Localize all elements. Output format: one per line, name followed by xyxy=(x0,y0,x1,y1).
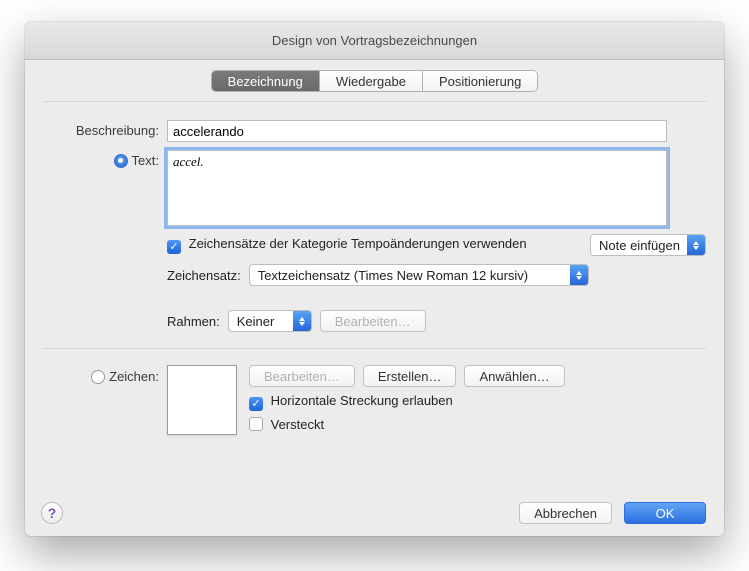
select-char-button[interactable]: Anwählen… xyxy=(464,365,564,387)
text-radio[interactable] xyxy=(114,154,128,168)
tab-wiedergabe[interactable]: Wiedergabe xyxy=(320,71,423,91)
frame-value: Keiner xyxy=(237,314,275,329)
window-title: Design von Vortragsbezeichnungen xyxy=(25,22,724,60)
tab-positionierung[interactable]: Positionierung xyxy=(423,71,537,91)
description-input[interactable] xyxy=(167,120,667,142)
checkbox-checked-icon: ✓ xyxy=(249,397,263,411)
cancel-button[interactable]: Abbrechen xyxy=(519,502,612,524)
use-category-fonts-check[interactable]: ✓ Zeichensätze der Kategorie Tempoänderu… xyxy=(167,236,580,254)
use-category-fonts-label: Zeichensätze der Kategorie Tempoänderung… xyxy=(189,236,527,251)
fontset-options-row: ✓ Zeichensätze der Kategorie Tempoänderu… xyxy=(167,234,706,256)
fontset-popup[interactable]: Textzeichensatz (Times New Roman 12 kurs… xyxy=(249,264,589,286)
hidden-label: Versteckt xyxy=(271,417,324,432)
dialog-window: Design von Vortragsbezeichnungen Bezeich… xyxy=(25,22,724,536)
separator xyxy=(43,348,706,349)
edit-frame-button[interactable]: Bearbeiten… xyxy=(320,310,426,332)
ok-button[interactable]: OK xyxy=(624,502,706,524)
fontset-value: Textzeichensatz (Times New Roman 12 kurs… xyxy=(258,268,528,283)
popup-arrows-icon xyxy=(293,311,311,331)
frame-row: Rahmen: Keiner Bearbeiten… xyxy=(167,310,706,332)
create-char-button[interactable]: Erstellen… xyxy=(363,365,457,387)
description-label: Beschreibung: xyxy=(43,120,167,138)
frame-popup[interactable]: Keiner xyxy=(228,310,312,332)
frame-label: Rahmen: xyxy=(167,314,220,329)
edit-char-button[interactable]: Bearbeiten… xyxy=(249,365,355,387)
char-radio-label[interactable]: Zeichen: xyxy=(43,365,167,384)
fontset-label: Zeichensatz: xyxy=(167,268,241,283)
checkbox-unchecked-icon xyxy=(249,417,263,431)
description-row: Beschreibung: xyxy=(43,120,706,142)
text-row: Text: accel. xyxy=(43,150,706,226)
checkbox-checked-icon: ✓ xyxy=(167,240,181,254)
popup-arrows-icon xyxy=(570,265,588,285)
char-row: Zeichen: Bearbeiten… Erstellen… Anwählen… xyxy=(43,365,706,435)
char-radio[interactable] xyxy=(91,370,105,384)
char-preview xyxy=(167,365,237,435)
hidden-check[interactable]: Versteckt xyxy=(249,417,565,432)
fontset-row: Zeichensatz: Textzeichensatz (Times New … xyxy=(167,264,706,286)
insert-note-popup[interactable]: Note einfügen xyxy=(590,234,706,256)
horiz-stretch-check[interactable]: ✓ Horizontale Streckung erlauben xyxy=(249,393,565,411)
popup-arrows-icon xyxy=(687,235,705,255)
insert-note-label: Note einfügen xyxy=(599,238,680,253)
footer-buttons: Abbrechen OK xyxy=(519,502,706,524)
tab-bezeichnung[interactable]: Bezeichnung xyxy=(212,71,320,91)
help-button[interactable]: ? xyxy=(41,502,63,524)
char-label: Zeichen: xyxy=(109,369,159,384)
tab-bar: Bezeichnung Wiedergabe Positionierung xyxy=(25,60,724,92)
horiz-stretch-label: Horizontale Streckung erlauben xyxy=(271,393,453,408)
segmented-control: Bezeichnung Wiedergabe Positionierung xyxy=(211,70,539,92)
tab-panel: Beschreibung: Text: accel. ✓ Zeichensätz… xyxy=(43,101,706,536)
text-radio-label[interactable]: Text: xyxy=(43,150,167,168)
text-label: Text: xyxy=(132,153,159,168)
text-textarea[interactable]: accel. xyxy=(167,150,667,226)
